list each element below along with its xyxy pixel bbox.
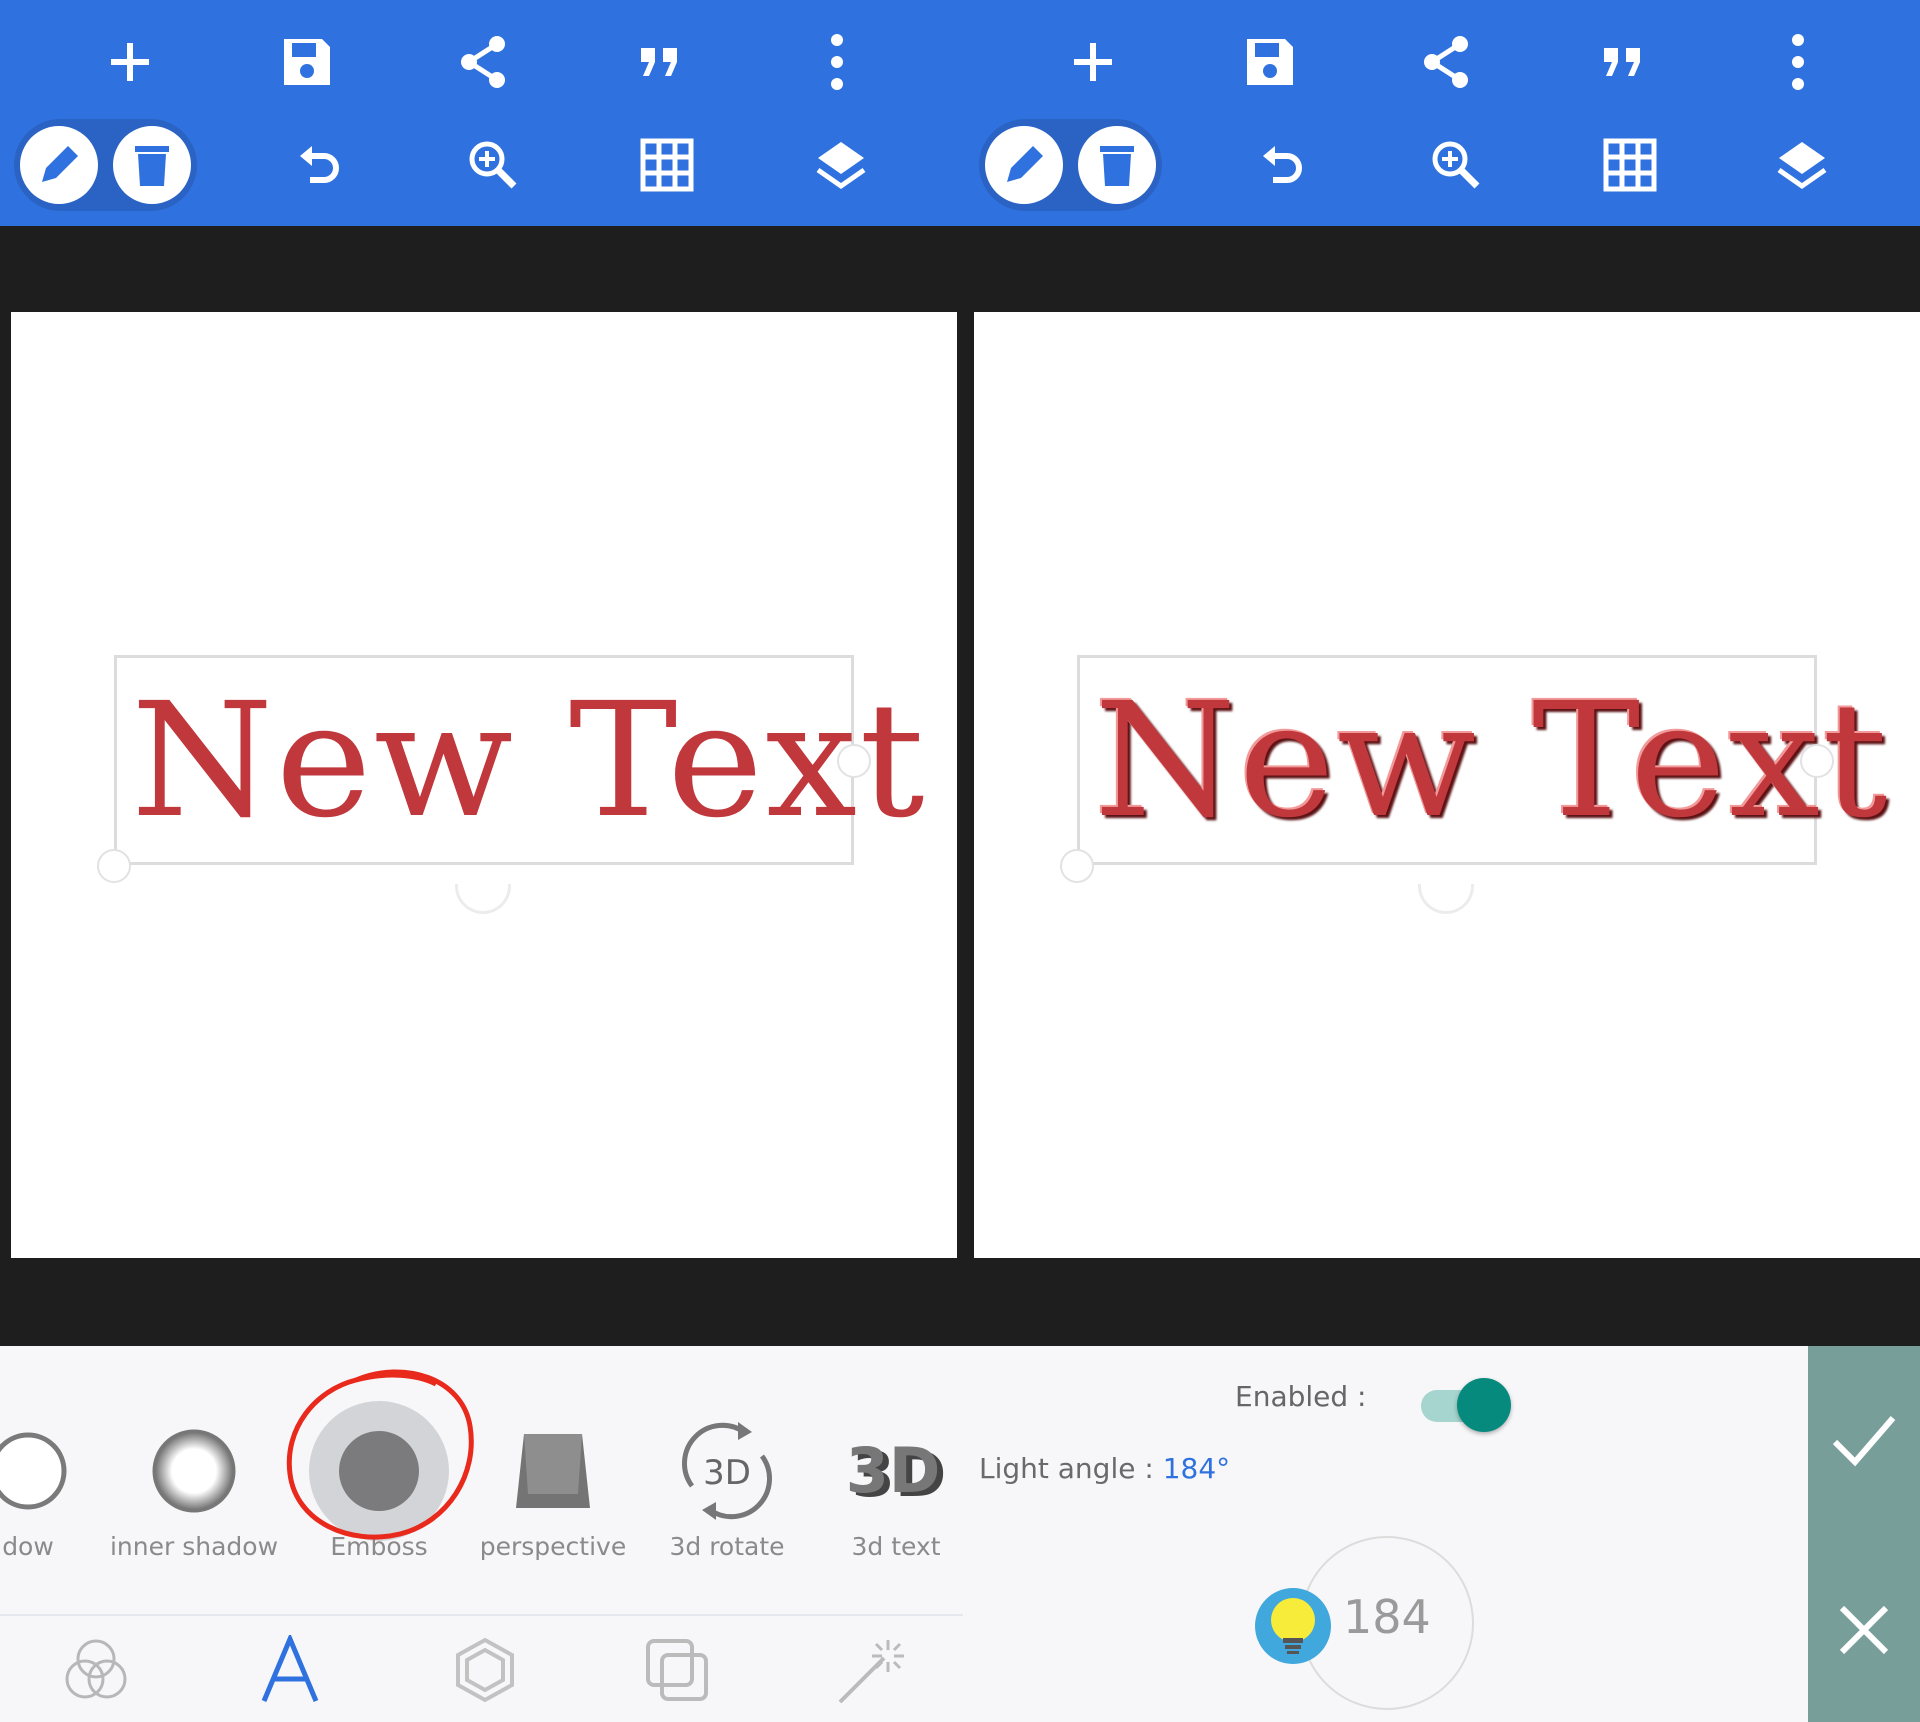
- left-screen: New Text dow inner shadow Emboss perspec…: [0, 0, 963, 1722]
- edit-delete-group: [979, 119, 1162, 211]
- enabled-toggle[interactable]: [1421, 1378, 1511, 1434]
- delete-icon[interactable]: [113, 126, 191, 204]
- add-icon[interactable]: [1058, 27, 1128, 97]
- save-icon[interactable]: [1235, 27, 1305, 97]
- shadow-icon: [0, 1416, 113, 1526]
- delete-icon[interactable]: [1078, 126, 1156, 204]
- effect-perspective[interactable]: perspective: [468, 1346, 638, 1614]
- resize-handle-left[interactable]: [97, 849, 131, 883]
- right-screen: New Text Enabled : Light angle : 184° 18…: [963, 0, 1920, 1722]
- effect-shadow[interactable]: dow: [0, 1346, 113, 1614]
- quote-icon[interactable]: [1587, 27, 1657, 97]
- save-icon[interactable]: [272, 27, 342, 97]
- layers-duplicate-icon[interactable]: [617, 1616, 737, 1722]
- text-icon[interactable]: [230, 1616, 350, 1722]
- check-icon[interactable]: [1808, 1380, 1920, 1500]
- effects-list: dow inner shadow Emboss perspective 3D 3…: [0, 1346, 963, 1614]
- highlight-circle: [286, 1369, 474, 1540]
- share-icon[interactable]: [1411, 27, 1481, 97]
- magic-wand-icon[interactable]: [812, 1616, 932, 1722]
- bottom-tab-bar: [0, 1614, 963, 1722]
- perspective-icon: [468, 1416, 638, 1526]
- 3d-rotate-icon: 3D: [642, 1416, 812, 1526]
- dial-value: 184: [1343, 1590, 1431, 1644]
- light-angle-value: 184°: [1162, 1452, 1231, 1485]
- edit-delete-group: [14, 119, 197, 211]
- grid-icon[interactable]: [1595, 130, 1665, 200]
- undo-icon[interactable]: [284, 130, 354, 200]
- effect-label: 3d text: [851, 1532, 941, 1561]
- resize-handle-right[interactable]: [837, 744, 871, 778]
- canvas-text: New Text: [1094, 669, 1890, 853]
- rotate-handle[interactable]: [1418, 884, 1474, 914]
- toggle-knob: [1457, 1378, 1511, 1432]
- layers-icon[interactable]: [1767, 130, 1837, 200]
- effects-panel: dow inner shadow Emboss perspective 3D 3…: [0, 1346, 963, 1722]
- text-selection-box[interactable]: New Text: [1077, 655, 1888, 865]
- light-bulb-icon[interactable]: [1255, 1588, 1331, 1664]
- light-angle-label: Light angle : 184°: [979, 1452, 1230, 1485]
- effect-3d-rotate[interactable]: 3D 3d rotate: [642, 1346, 812, 1614]
- layers-icon[interactable]: [806, 130, 876, 200]
- top-toolbar: [963, 0, 1920, 226]
- effect-label: inner shadow: [109, 1532, 279, 1561]
- edit-pencil-icon[interactable]: [985, 126, 1063, 204]
- enabled-label: Enabled :: [1235, 1380, 1367, 1413]
- effect-inner-shadow[interactable]: inner shadow: [109, 1346, 279, 1614]
- more-vert-icon[interactable]: [1763, 27, 1833, 97]
- effect-emboss[interactable]: Emboss: [286, 1346, 474, 1614]
- resize-handle-left[interactable]: [1060, 849, 1094, 883]
- shape-icon[interactable]: [425, 1616, 545, 1722]
- share-icon[interactable]: [448, 27, 518, 97]
- close-icon[interactable]: [1808, 1570, 1920, 1690]
- canvas-text: New Text: [131, 669, 927, 853]
- rotate-handle[interactable]: [455, 884, 511, 914]
- top-toolbar: [0, 0, 963, 226]
- 3d-rotate-glyph: 3D: [703, 1453, 751, 1493]
- blend-icon[interactable]: [36, 1616, 156, 1722]
- inner-shadow-icon: [109, 1416, 279, 1526]
- drawing-canvas[interactable]: New Text: [974, 312, 1920, 1258]
- emboss-settings-panel: Enabled : Light angle : 184° 184: [963, 1346, 1920, 1722]
- effect-3d-text[interactable]: 3D 3D 3d text: [811, 1346, 963, 1614]
- quote-icon[interactable]: [624, 27, 694, 97]
- resize-handle-right[interactable]: [1800, 744, 1834, 778]
- 3d-text-glyph: 3D: [846, 1434, 941, 1507]
- more-vert-icon[interactable]: [802, 27, 872, 97]
- text-selection-box[interactable]: New Text: [114, 655, 925, 865]
- zoom-in-icon[interactable]: [1421, 130, 1491, 200]
- confirm-cancel-bar: [1808, 1346, 1920, 1722]
- zoom-in-icon[interactable]: [458, 130, 528, 200]
- light-angle-text: Light angle :: [979, 1452, 1163, 1485]
- drawing-canvas[interactable]: New Text: [11, 312, 957, 1258]
- edit-pencil-icon[interactable]: [20, 126, 98, 204]
- 3d-text-icon: 3D 3D: [811, 1416, 963, 1526]
- grid-icon[interactable]: [632, 130, 702, 200]
- undo-icon[interactable]: [1247, 130, 1317, 200]
- add-icon[interactable]: [95, 27, 165, 97]
